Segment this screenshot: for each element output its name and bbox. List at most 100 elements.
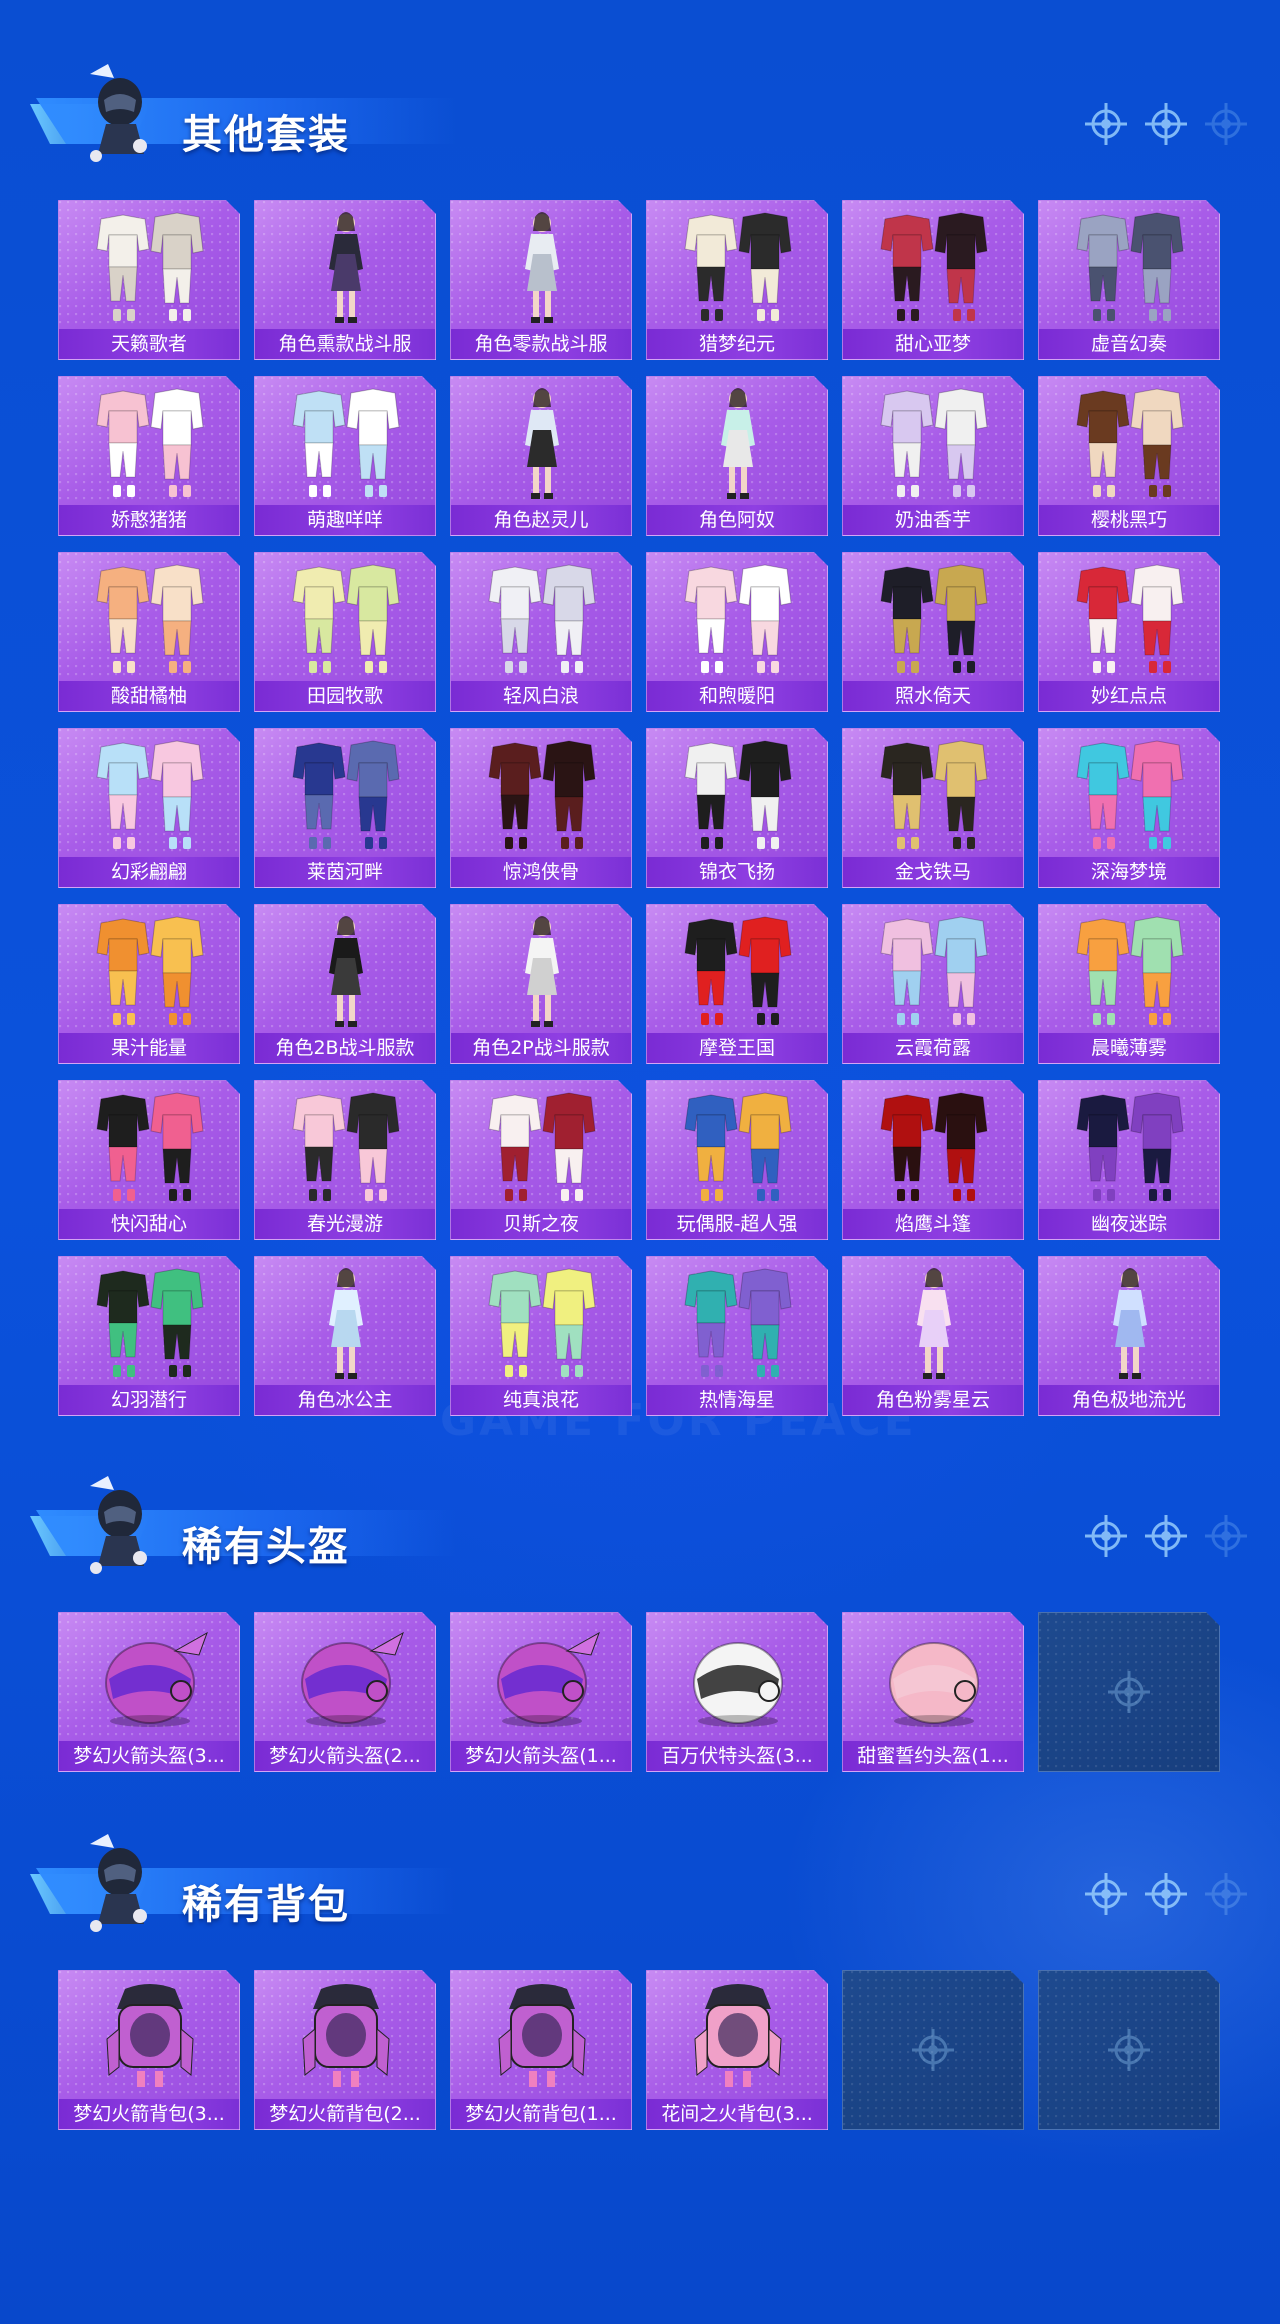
item-card[interactable]: 玩偶服-超人强 (646, 1080, 828, 1240)
crosshair-icon (1202, 1512, 1250, 1560)
crosshair-icon (1082, 100, 1130, 148)
section-title: 其他套装 (182, 112, 350, 158)
item-card[interactable]: 金戈铁马 (842, 728, 1024, 888)
item-card[interactable]: 梦幻火箭背包(1... (450, 1970, 632, 2130)
item-card[interactable]: 娇憨猪猪 (58, 376, 240, 536)
item-card[interactable]: 角色2P战斗服款 (450, 904, 632, 1064)
item-card[interactable]: 梦幻火箭头盔(1... (450, 1612, 632, 1772)
item-label: 贝斯之夜 (451, 1209, 631, 1239)
item-label: 田园牧歌 (255, 681, 435, 711)
item-card[interactable]: 梦幻火箭头盔(2... (254, 1612, 436, 1772)
item-card[interactable]: 摩登王国 (646, 904, 828, 1064)
crosshair-icon (1202, 1870, 1250, 1918)
item-card[interactable]: 春光漫游 (254, 1080, 436, 1240)
item-card[interactable]: 莱茵河畔 (254, 728, 436, 888)
item-card[interactable]: 幻彩翩翩 (58, 728, 240, 888)
crosshair-icon (1142, 1512, 1190, 1560)
item-card[interactable]: 快闪甜心 (58, 1080, 240, 1240)
item-label: 金戈铁马 (843, 857, 1023, 887)
item-card[interactable]: 萌趣咩咩 (254, 376, 436, 536)
item-card[interactable]: 梦幻火箭背包(2... (254, 1970, 436, 2130)
item-label: 梦幻火箭背包(3... (59, 2099, 239, 2129)
item-label: 梦幻火箭头盔(2... (255, 1741, 435, 1771)
section-1: 稀有头盔 梦幻火箭头盔(3... 梦幻火箭头盔(2... 梦幻火箭头盔(1...… (0, 1472, 1280, 1872)
item-label: 猎梦纪元 (647, 329, 827, 359)
item-card[interactable]: 锦衣飞扬 (646, 728, 828, 888)
empty-slot-icon (1105, 2026, 1155, 2076)
item-card[interactable]: 果汁能量 (58, 904, 240, 1064)
item-card[interactable]: 深海梦境 (1038, 728, 1220, 888)
item-card[interactable]: 甜蜜誓约头盔(1... (842, 1612, 1024, 1772)
crosshair-icon (1082, 1870, 1130, 1918)
crosshair-icon (1142, 1870, 1190, 1918)
crosshair-icon (1202, 100, 1250, 148)
item-card[interactable]: 焰鹰斗篷 (842, 1080, 1024, 1240)
item-card[interactable]: 梦幻火箭头盔(3... (58, 1612, 240, 1772)
empty-slot-icon (909, 2026, 959, 2076)
item-label: 奶油香芋 (843, 505, 1023, 535)
item-card[interactable]: 幽夜迷踪 (1038, 1080, 1220, 1240)
empty-slot (842, 1970, 1024, 2130)
item-label: 萌趣咩咩 (255, 505, 435, 535)
item-card[interactable]: 角色粉雾星云 (842, 1256, 1024, 1416)
item-card[interactable]: 幻羽潜行 (58, 1256, 240, 1416)
item-label: 梦幻火箭头盔(3... (59, 1741, 239, 1771)
item-card[interactable]: 猎梦纪元 (646, 200, 828, 360)
item-card[interactable]: 惊鸿侠骨 (450, 728, 632, 888)
item-label: 角色2B战斗服款 (255, 1033, 435, 1063)
item-label: 幻彩翩翩 (59, 857, 239, 887)
item-label: 甜蜜誓约头盔(1... (843, 1741, 1023, 1771)
item-card[interactable]: 田园牧歌 (254, 552, 436, 712)
item-card[interactable]: 梦幻火箭背包(3... (58, 1970, 240, 2130)
item-label: 甜心亚梦 (843, 329, 1023, 359)
item-card[interactable]: 樱桃黑巧 (1038, 376, 1220, 536)
item-label: 和煦暖阳 (647, 681, 827, 711)
item-card[interactable]: 贝斯之夜 (450, 1080, 632, 1240)
mascot-figure-icon (86, 60, 156, 170)
item-card[interactable]: 天籁歌者 (58, 200, 240, 360)
item-card[interactable]: 角色2B战斗服款 (254, 904, 436, 1064)
item-card[interactable]: 热情海星 (646, 1256, 828, 1416)
item-card[interactable]: 奶油香芋 (842, 376, 1024, 536)
item-label: 角色零款战斗服 (451, 329, 631, 359)
item-label: 春光漫游 (255, 1209, 435, 1239)
item-card[interactable]: 和煦暖阳 (646, 552, 828, 712)
item-card[interactable]: 角色冰公主 (254, 1256, 436, 1416)
section-0: 其他套装 天籁歌者 角色熏款战斗服 角色零款战斗服 猎梦纪元 甜心亚梦 虚音幻奏… (0, 60, 1280, 460)
item-label: 深海梦境 (1039, 857, 1219, 887)
item-card[interactable]: 酸甜橘柚 (58, 552, 240, 712)
item-card[interactable]: 妙红点点 (1038, 552, 1220, 712)
item-label: 梦幻火箭背包(1... (451, 2099, 631, 2129)
item-label: 热情海星 (647, 1385, 827, 1415)
item-label: 角色2P战斗服款 (451, 1033, 631, 1063)
empty-slot (1038, 1612, 1220, 1772)
item-card[interactable]: 花间之火背包(3... (646, 1970, 828, 2130)
item-card[interactable]: 角色阿奴 (646, 376, 828, 536)
item-label: 角色熏款战斗服 (255, 329, 435, 359)
item-card[interactable]: 角色零款战斗服 (450, 200, 632, 360)
mascot-figure-icon (86, 1830, 156, 1940)
item-label: 莱茵河畔 (255, 857, 435, 887)
item-label: 樱桃黑巧 (1039, 505, 1219, 535)
item-label: 玩偶服-超人强 (647, 1209, 827, 1239)
item-card[interactable]: 晨曦薄雾 (1038, 904, 1220, 1064)
item-card[interactable]: 角色熏款战斗服 (254, 200, 436, 360)
item-card[interactable]: 轻风白浪 (450, 552, 632, 712)
empty-slot (1038, 1970, 1220, 2130)
item-label: 梦幻火箭头盔(1... (451, 1741, 631, 1771)
item-label: 轻风白浪 (451, 681, 631, 711)
item-card[interactable]: 云霞荷露 (842, 904, 1024, 1064)
item-card[interactable]: 百万伏特头盔(3... (646, 1612, 828, 1772)
item-label: 花间之火背包(3... (647, 2099, 827, 2129)
item-label: 照水倚天 (843, 681, 1023, 711)
item-label: 摩登王国 (647, 1033, 827, 1063)
item-label: 快闪甜心 (59, 1209, 239, 1239)
item-card[interactable]: 甜心亚梦 (842, 200, 1024, 360)
item-card[interactable]: 照水倚天 (842, 552, 1024, 712)
item-label: 纯真浪花 (451, 1385, 631, 1415)
item-card[interactable]: 角色极地流光 (1038, 1256, 1220, 1416)
section-title: 稀有头盔 (182, 1524, 350, 1570)
item-card[interactable]: 纯真浪花 (450, 1256, 632, 1416)
item-card[interactable]: 角色赵灵儿 (450, 376, 632, 536)
item-card[interactable]: 虚音幻奏 (1038, 200, 1220, 360)
